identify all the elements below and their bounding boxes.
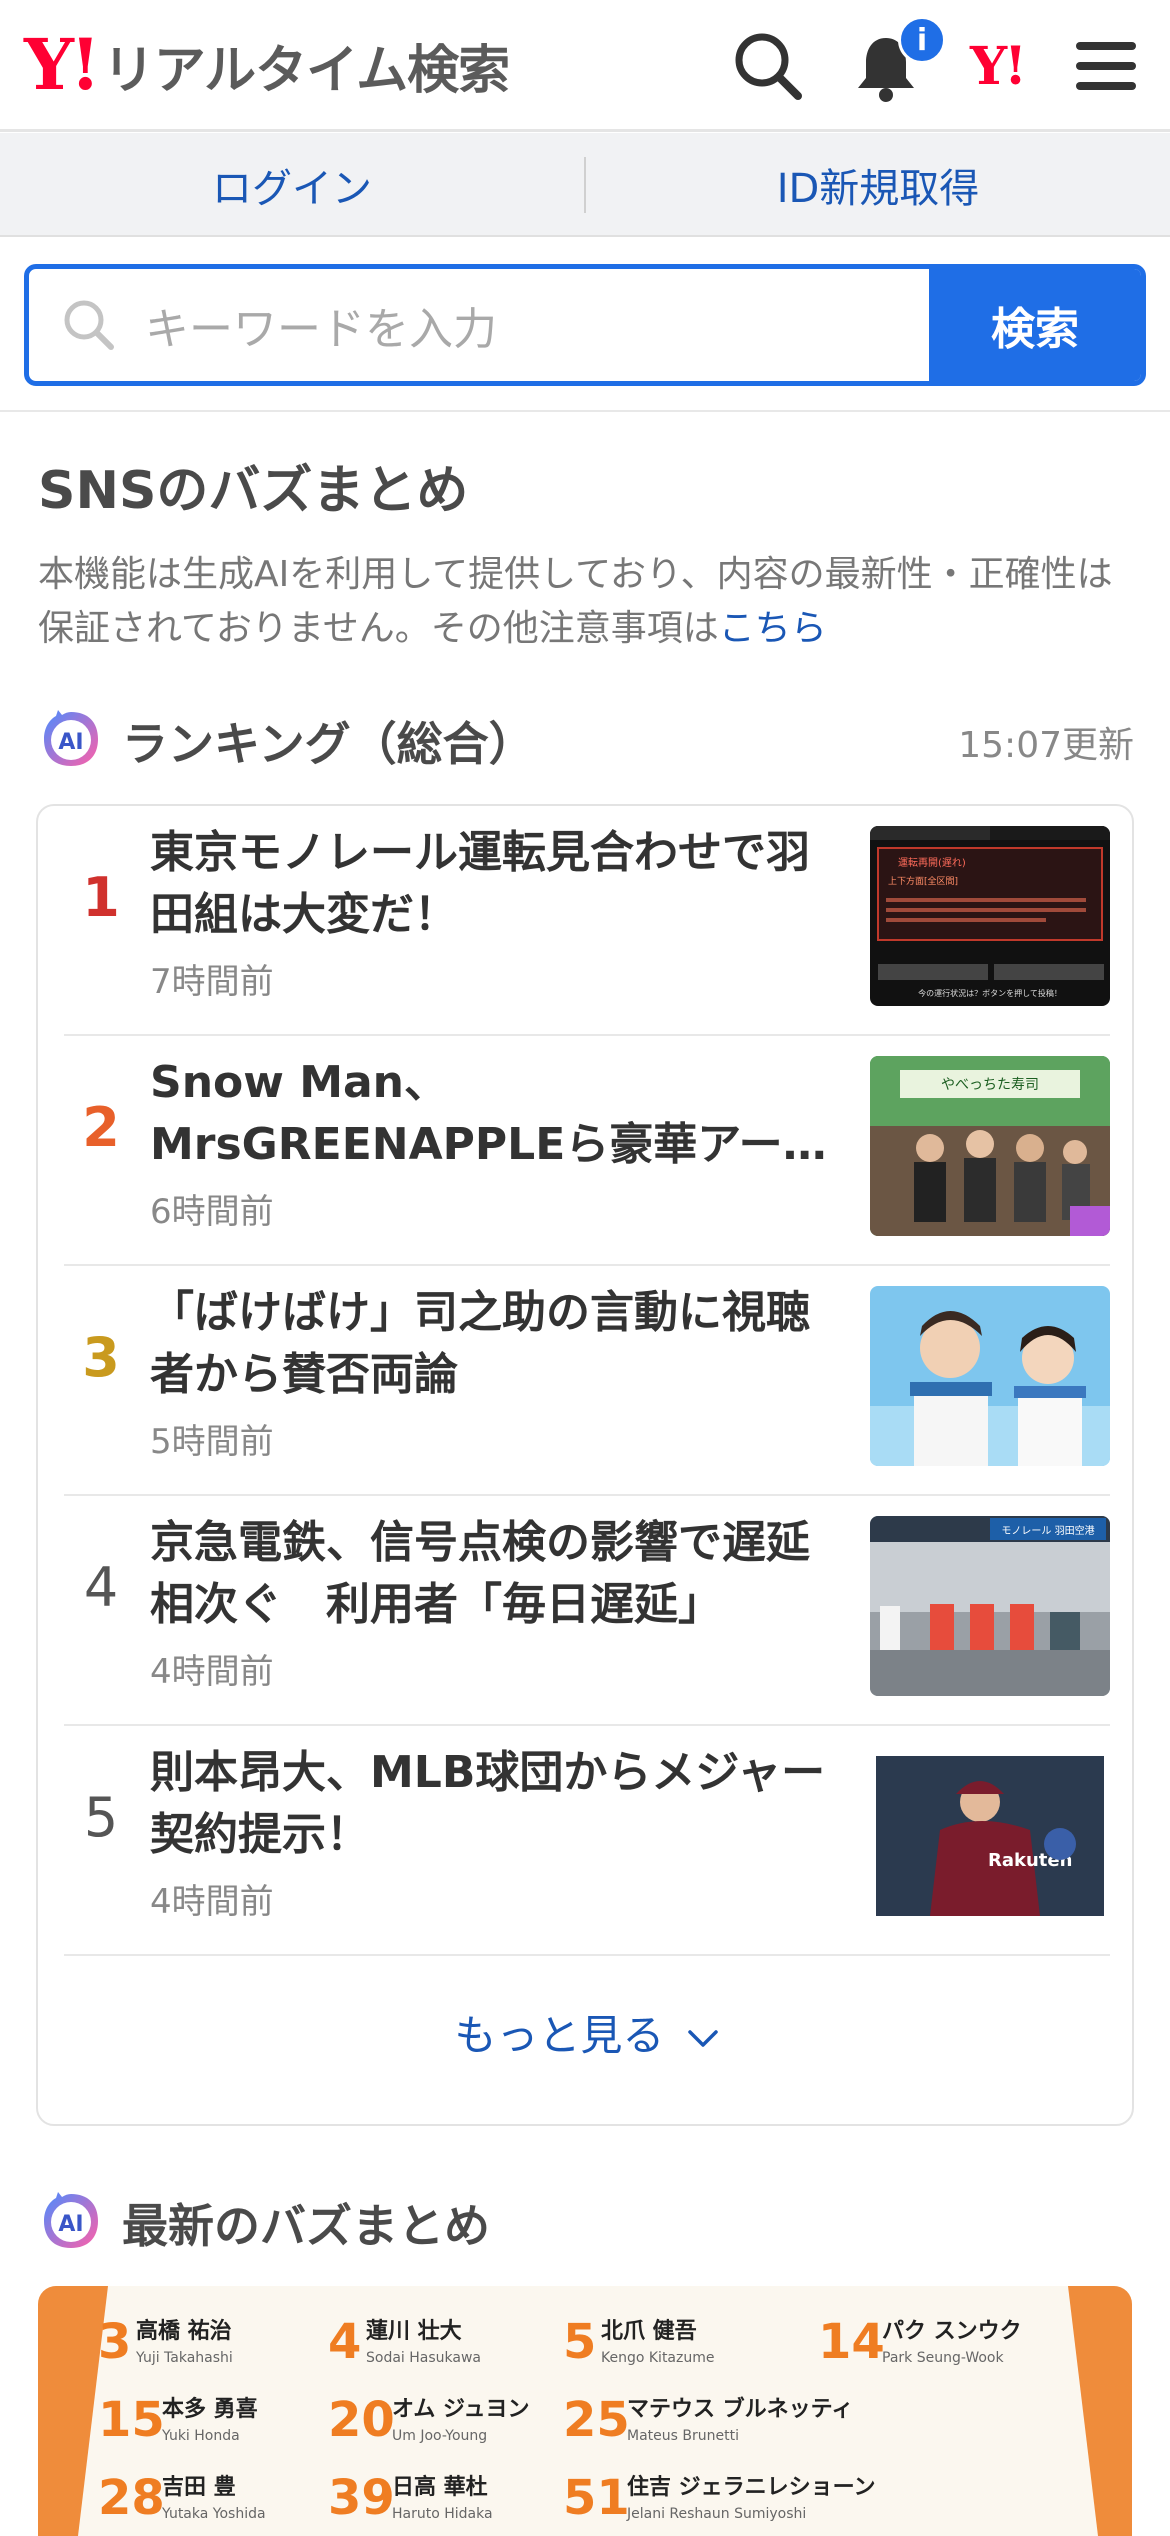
ranking-item[interactable]: 1 東京モノレール運転見合わせで羽田組は大変だ！ 7時間前 運転再開(遅れ) 上… (64, 806, 1110, 1036)
ranking-thumbnail: 運転再開(遅れ) 上下方面[全区間] 今の運行状況は？ボタンを押して投稿！ (870, 826, 1110, 1006)
roster-number: 20 (328, 2392, 395, 2448)
disclaimer-link[interactable]: こちら (719, 608, 827, 649)
roster-roman: Yuki Honda (161, 2428, 240, 2444)
ranking-thumbnail: モノレール 羽田空港 (870, 1516, 1110, 1696)
notification-badge: i (898, 16, 946, 64)
login-link[interactable]: ログイン (0, 133, 584, 237)
ranking-thumbnail (870, 1286, 1110, 1466)
roster-roman: Jelani Reshaun Sumiyoshi (626, 2506, 806, 2522)
roster-name: 蓮川 壮大 (366, 2319, 462, 2344)
ranking-item-title: Snow Man、MrsGREENAPPLEら豪華アー… (150, 1057, 827, 1170)
ranking-item-title: 則本昂大、MLB球団からメジャー契約提示！ (150, 1747, 826, 1860)
roster-name: パク スンウク (882, 2319, 1022, 2344)
svg-text:やべっちた寿司: やべっちた寿司 (941, 1076, 1039, 1093)
ranking-item[interactable]: 3 「ばけばけ」司之助の言動に視聴者から賛否両論 5時間前 (64, 1266, 1110, 1496)
search-box: キーワードを入力 検索 (24, 264, 1146, 386)
roster-number: 5 (563, 2314, 596, 2370)
latest-buzz-image: 3 高橋 祐治 Yuji Takahashi 4 蓮川 壮大 Sodai Hasukawa… (38, 2286, 1132, 2536)
more-button[interactable]: もっと見る (38, 2002, 1136, 2063)
site-logo-text: リアルタイム検索 (102, 40, 510, 101)
ranking-item-time: 4時間前 (150, 1652, 274, 1692)
roster-number: 15 (98, 2392, 165, 2448)
search-icon[interactable] (728, 26, 808, 106)
disclaimer-text: 本機能は生成AIを利用して提供しており、内容の最新性・正確性は保証されておりませ… (38, 554, 1113, 649)
roster-name: オム ジュヨン (392, 2397, 529, 2422)
ranking-title: ランキング（総合） (122, 717, 535, 771)
ranking-item-time: 4時間前 (150, 1882, 274, 1922)
svg-text:上下方面[全区間]: 上下方面[全区間] (888, 875, 958, 887)
ranking-item-title: 「ばけばけ」司之助の言動に視聴者から賛否両論 (150, 1287, 810, 1400)
roster-roman: Sodai Hasukawa (366, 2350, 481, 2366)
yahoo-japan-icon[interactable]: Y! (970, 36, 1027, 97)
roster-number: 4 (328, 2314, 361, 2370)
rank-number: 5 (83, 1786, 119, 1849)
signup-link[interactable]: ID新規取得 (586, 133, 1170, 237)
section-title: SNSのバズまとめ (38, 461, 469, 521)
ranking-item[interactable]: 2 Snow Man、MrsGREENAPPLEら豪華アー… 6時間前 やべっち… (64, 1036, 1110, 1266)
ai-disclaimer: 本機能は生成AIを利用して提供しており、内容の最新性・正確性は保証されておりませ… (38, 548, 1138, 656)
latest-title: 最新のバズまとめ (122, 2199, 490, 2253)
ranking-item[interactable]: 5 則本昂大、MLB球団からメジャー契約提示！ 4時間前 Rakuten (64, 1726, 1110, 1956)
svg-text:今の運行状況は？ボタンを押して投稿！: 今の運行状況は？ボタンを押して投稿！ (918, 988, 1062, 998)
auth-bar: ログイン ID新規取得 (0, 133, 1170, 237)
ai-icon: AI (44, 710, 98, 766)
search-input[interactable]: キーワードを入力 (145, 269, 497, 381)
rank-number: 3 (82, 1326, 120, 1389)
more-label: もっと見る (454, 2011, 665, 2060)
roster-number: 3 (98, 2314, 131, 2370)
hamburger-menu-icon[interactable] (1066, 26, 1146, 106)
ranking-item-title: 東京モノレール運転見合わせで羽田組は大変だ！ (150, 827, 810, 940)
ai-icon: AI (44, 2192, 98, 2248)
rank-number: 1 (82, 866, 120, 929)
roster-name: 住吉 ジェラニレショーン (627, 2474, 876, 2500)
ranking-item[interactable]: 4 京急電鉄、信号点検の影響で遅延相次ぐ 利用者「毎日遅延」 4時間前 モノレー… (64, 1496, 1110, 1726)
ranking-item-time: 5時間前 (150, 1422, 274, 1462)
chevron-down-icon (687, 2029, 718, 2047)
site-logo[interactable]: Y! リアルタイム検索 (24, 23, 510, 106)
rank-number: 2 (82, 1096, 120, 1159)
svg-text:運転再開(遅れ): 運転再開(遅れ) (898, 857, 966, 869)
roster-roman: Haruto Hidaka (392, 2506, 493, 2522)
roster-name: 吉田 豊 (162, 2474, 236, 2500)
roster-roman: Kengo Kitazume (601, 2350, 714, 2366)
roster-name: 本多 勇喜 (162, 2396, 258, 2422)
roster-roman: Yuji Takahashi (135, 2350, 233, 2366)
ranking-card: 1 東京モノレール運転見合わせで羽田組は大変だ！ 7時間前 運転再開(遅れ) 上… (36, 804, 1134, 2126)
roster-number: 28 (98, 2470, 165, 2526)
roster-name: 北爪 健吾 (601, 2318, 697, 2344)
roster-number: 51 (563, 2470, 630, 2526)
search-button[interactable]: 検索 (929, 269, 1141, 381)
search-field-icon (64, 300, 114, 350)
roster-name: 高橋 祐治 (136, 2318, 232, 2344)
ranking-thumbnail: Rakuten (870, 1746, 1110, 1926)
roster-roman: Yutaka Yoshida (161, 2506, 266, 2522)
yahoo-logo-mark: Y! (24, 23, 101, 106)
roster-roman: Park Seung-Wook (882, 2350, 1004, 2366)
app-header: Y! リアルタイム検索 i Y! (0, 0, 1170, 132)
ranking-item-title: 京急電鉄、信号点検の影響で遅延相次ぐ 利用者「毎日遅延」 (150, 1517, 810, 1630)
roster-roman: Mateus Brunetti (627, 2428, 739, 2444)
ranking-thumbnail: やべっちた寿司 (870, 1056, 1110, 1236)
roster-number: 14 (818, 2314, 885, 2370)
roster-number: 25 (563, 2392, 630, 2448)
latest-buzz-banner[interactable]: 3 高橋 祐治 Yuji Takahashi 4 蓮川 壮大 Sodai Hasukawa… (38, 2286, 1132, 2536)
roster-name: 日高 華杜 (392, 2474, 488, 2500)
ai-badge-text: AI (58, 2212, 83, 2237)
ranking-item-time: 7時間前 (150, 962, 274, 1002)
roster-roman: Um Joo-Young (392, 2428, 487, 2444)
rank-number: 4 (83, 1556, 119, 1619)
ranking-item-time: 6時間前 (150, 1192, 274, 1232)
updated-time: 15:07更新 (958, 725, 1134, 766)
svg-text:モノレール 羽田空港: モノレール 羽田空港 (1001, 1524, 1094, 1537)
roster-number: 39 (328, 2470, 395, 2526)
ai-badge-text: AI (58, 730, 83, 755)
roster-name: マテウス ブルネッティ (627, 2396, 853, 2422)
section-divider (0, 410, 1170, 412)
